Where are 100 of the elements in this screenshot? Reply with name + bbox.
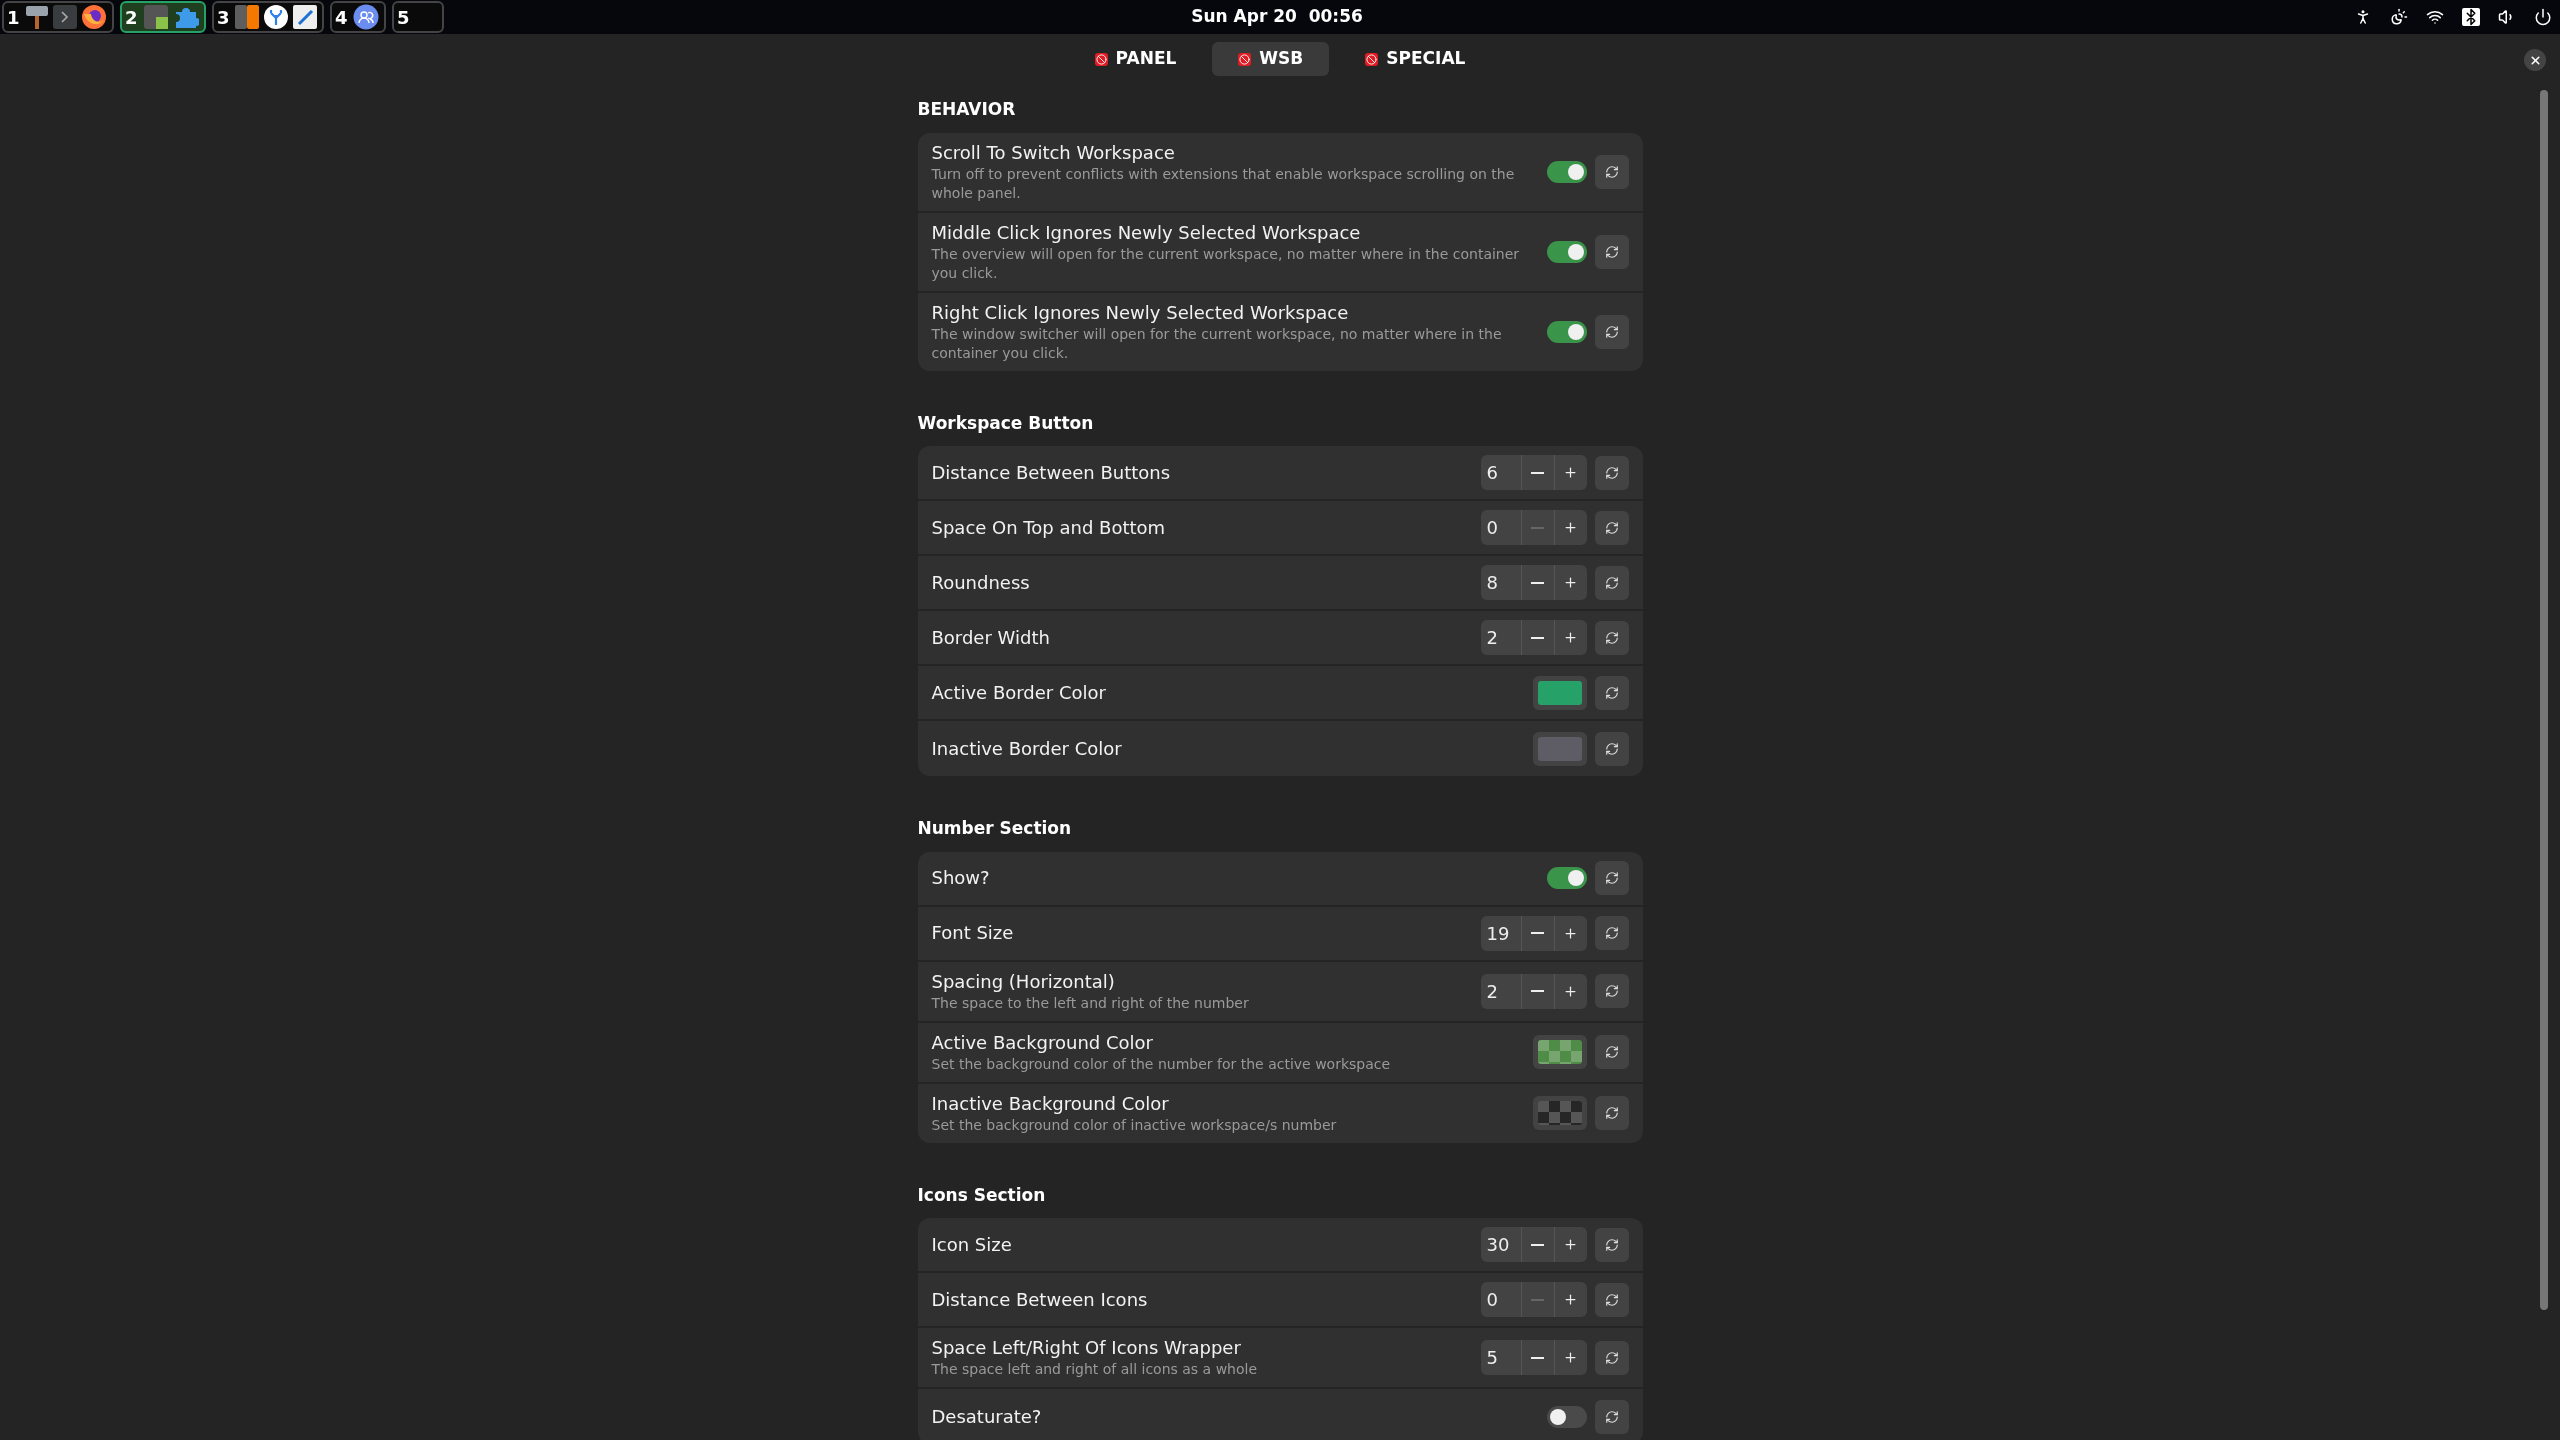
spin-value[interactable]: 30 xyxy=(1480,1227,1521,1262)
setting-title: Roundness xyxy=(931,570,1031,595)
workspace-number: 2 xyxy=(125,5,139,30)
workspace-number: 5 xyxy=(397,5,411,30)
plus-icon xyxy=(1563,630,1578,645)
text-editor-icon[interactable] xyxy=(293,5,317,29)
setting-title: Scroll To Switch Workspace xyxy=(931,140,1176,165)
setting-description: Set the background color of the number for the active workspace xyxy=(931,1054,1392,1074)
spin-value[interactable]: 19 xyxy=(1480,915,1521,951)
blocked-icon xyxy=(1094,52,1108,66)
refresh-icon xyxy=(1604,520,1619,535)
plus-icon xyxy=(1563,575,1578,590)
spin-value[interactable]: 6 xyxy=(1480,455,1521,490)
close-button[interactable] xyxy=(2524,49,2546,71)
spin-field[interactable]: 0 xyxy=(1480,1282,1587,1317)
section-heading: BEHAVIOR xyxy=(917,98,1017,121)
workspace-number: 1 xyxy=(7,5,21,30)
spin-field[interactable]: 8 xyxy=(1480,565,1587,600)
refresh-icon xyxy=(1604,685,1619,700)
reset-button[interactable] xyxy=(1594,455,1629,490)
workspace-number: 3 xyxy=(217,5,231,30)
refresh-icon xyxy=(1604,1409,1619,1424)
brightness-icon[interactable] xyxy=(2390,8,2408,26)
tab[interactable]: SPECIAL xyxy=(1339,42,1492,76)
minus-icon xyxy=(1531,1298,1544,1301)
setting-title: Border Width xyxy=(931,625,1051,650)
workspace-button[interactable]: 3 xyxy=(212,1,324,33)
workspace-button[interactable]: 4 xyxy=(330,1,386,33)
refresh-icon xyxy=(1604,984,1619,998)
spin-field[interactable]: 0 xyxy=(1480,510,1587,545)
spin-field[interactable]: 19 xyxy=(1480,915,1587,951)
plus-icon xyxy=(1563,520,1578,535)
setting-description: The overview will open for the current workspace, no matter where in the container you click. xyxy=(931,244,1521,283)
setting-title: Icon Size xyxy=(931,1232,1013,1257)
setting-title: Inactive Background Color xyxy=(931,1091,1170,1116)
spin-value[interactable]: 8 xyxy=(1480,565,1521,600)
spin-value[interactable]: 0 xyxy=(1480,510,1521,545)
reset-button[interactable] xyxy=(1594,1282,1629,1317)
reset-button[interactable] xyxy=(1594,974,1629,1008)
setting-title: Spacing (Horizontal) xyxy=(931,969,1116,994)
puzzle-icon[interactable] xyxy=(143,4,169,30)
workspace-button[interactable]: 1 xyxy=(2,1,114,33)
reset-button[interactable] xyxy=(1594,1096,1629,1130)
toggle-switch[interactable] xyxy=(1546,160,1587,183)
tab[interactable]: PANEL xyxy=(1068,42,1203,76)
setting-description: The window switcher will open for the current workspace, no matter where in the container you click. xyxy=(931,324,1503,363)
setting-description: The space left and right of all icons as a whole xyxy=(931,1360,1259,1379)
reset-button[interactable] xyxy=(1594,675,1629,710)
fox-icon[interactable] xyxy=(81,4,107,30)
spin-field[interactable]: 30 xyxy=(1480,1227,1587,1262)
clock[interactable]: Sun Apr 20 00:56 xyxy=(1191,4,1363,30)
workspace-button[interactable]: 5 xyxy=(392,1,444,33)
reset-button[interactable] xyxy=(1594,620,1629,655)
spin-value[interactable]: 2 xyxy=(1480,620,1521,655)
spin-field[interactable]: 6 xyxy=(1480,455,1587,490)
reset-button[interactable] xyxy=(1594,916,1629,950)
setting-title: Active Border Color xyxy=(931,680,1107,705)
setting-title: Middle Click Ignores Newly Selected Workspace xyxy=(931,220,1362,245)
reset-button[interactable] xyxy=(1594,1340,1629,1375)
bluetooth-icon[interactable] xyxy=(2462,8,2480,26)
reset-button[interactable] xyxy=(1594,731,1629,766)
hammer-icon[interactable] xyxy=(25,4,49,30)
refresh-icon xyxy=(1604,324,1619,339)
spin-field[interactable]: 2 xyxy=(1480,620,1587,655)
reset-button[interactable] xyxy=(1594,1227,1629,1262)
workspace-button[interactable]: 2 xyxy=(120,1,206,33)
terminal-icon[interactable] xyxy=(53,5,77,29)
reset-button[interactable] xyxy=(1594,154,1629,189)
reset-button[interactable] xyxy=(1594,314,1629,349)
plus-icon xyxy=(1563,1237,1578,1252)
minus-icon xyxy=(1531,1243,1544,1246)
spin-value[interactable]: 5 xyxy=(1480,1340,1521,1375)
reset-button[interactable] xyxy=(1594,1035,1629,1069)
toggle-switch[interactable] xyxy=(1546,320,1587,343)
people-icon[interactable] xyxy=(353,4,379,30)
setting-title: Right Click Ignores Newly Selected Workspace xyxy=(931,300,1350,325)
refresh-icon xyxy=(1604,926,1619,940)
toggle-switch[interactable] xyxy=(1546,867,1587,889)
reset-button[interactable] xyxy=(1594,510,1629,545)
workspace-number: 4 xyxy=(335,5,349,30)
spin-value[interactable]: 0 xyxy=(1480,1282,1521,1317)
setting-title: Distance Between Buttons xyxy=(931,460,1172,485)
toggle-switch[interactable] xyxy=(1546,1405,1587,1428)
toggle-switch[interactable] xyxy=(1546,240,1587,263)
spin-field[interactable]: 5 xyxy=(1480,1340,1587,1375)
tab[interactable]: WSB xyxy=(1212,42,1330,76)
close-icon xyxy=(2528,53,2542,67)
plus-icon xyxy=(1563,925,1578,941)
wifi-icon[interactable] xyxy=(2426,8,2444,26)
spin-field[interactable]: 2 xyxy=(1480,973,1587,1009)
reset-button[interactable] xyxy=(1594,234,1629,269)
scrollbar[interactable] xyxy=(2540,90,2548,1310)
setting-title: Space Left/Right Of Icons Wrapper xyxy=(931,1336,1242,1360)
refresh-icon xyxy=(1604,244,1619,259)
refresh-icon xyxy=(1604,1350,1619,1365)
reset-button[interactable] xyxy=(1594,565,1629,600)
reset-button[interactable] xyxy=(1594,1399,1629,1434)
power-icon[interactable] xyxy=(2534,8,2552,26)
spin-value[interactable]: 2 xyxy=(1480,973,1521,1009)
reset-button[interactable] xyxy=(1594,861,1629,895)
